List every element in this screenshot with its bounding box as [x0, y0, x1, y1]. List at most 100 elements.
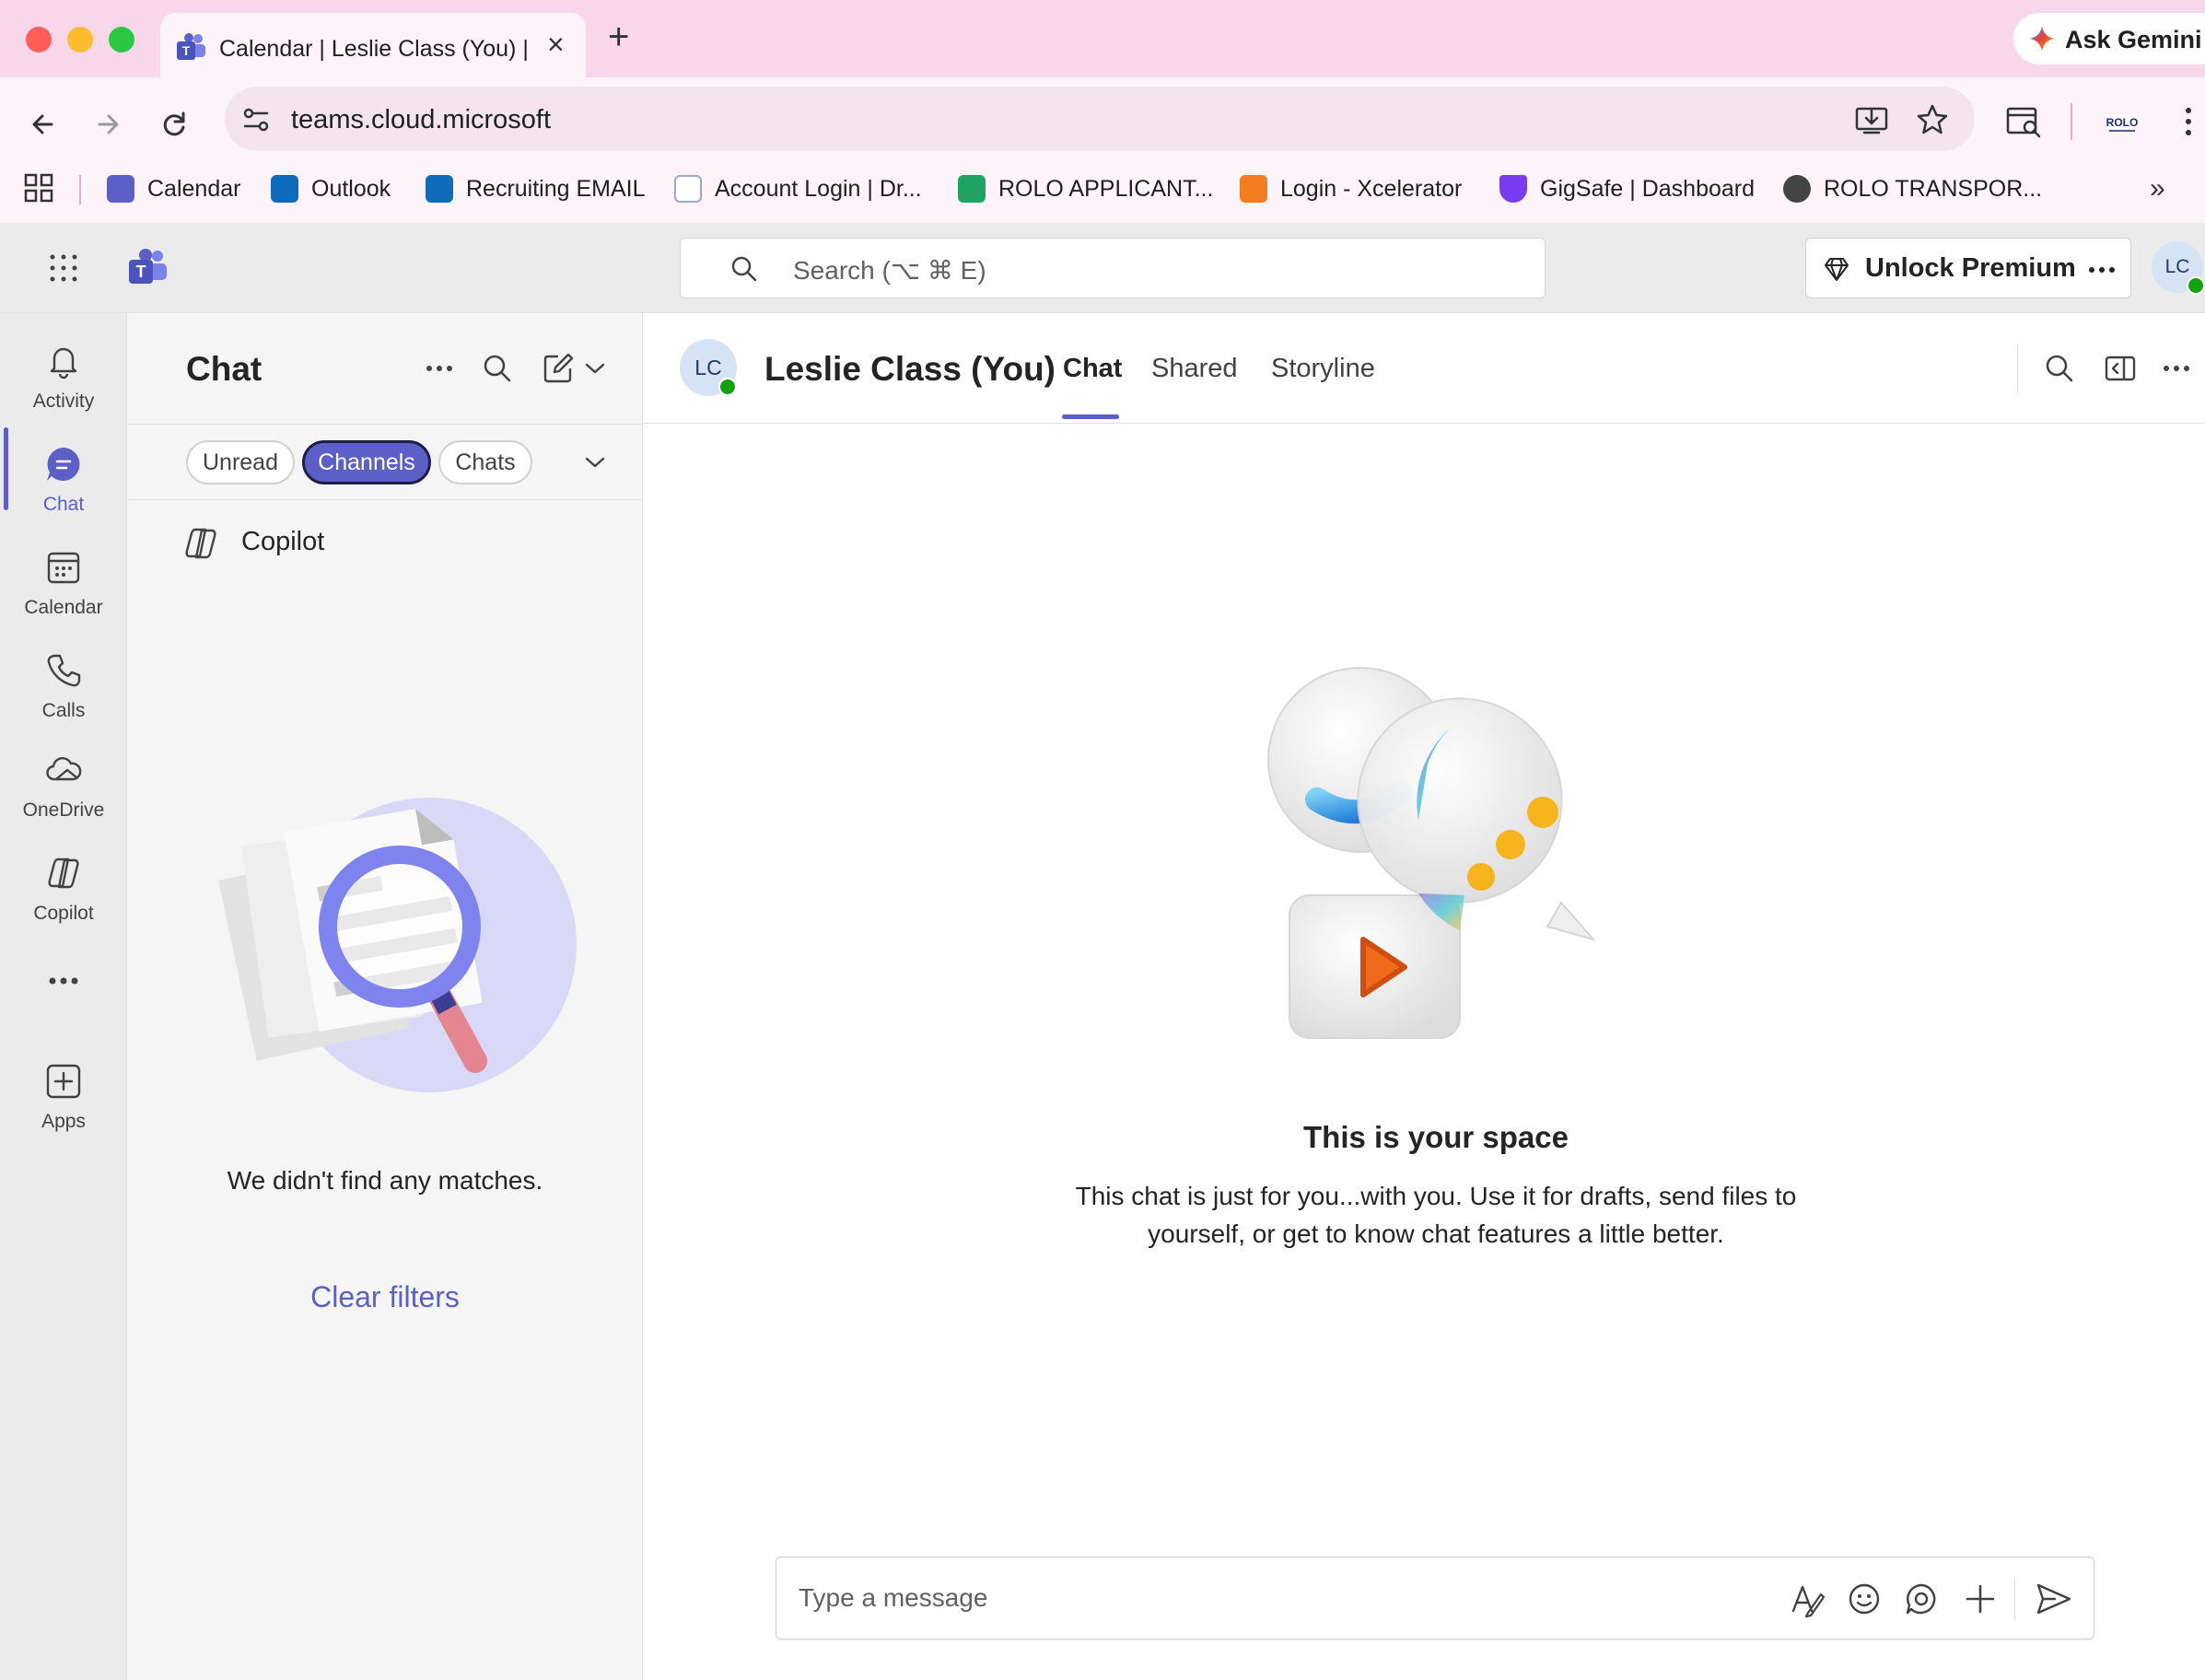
copilot-label: Copilot: [241, 527, 325, 556]
teams-header: T Search (⌥ ⌘ E) Unlock Premium LC: [0, 223, 2205, 313]
message-input[interactable]: [799, 1578, 1756, 1618]
ask-gemini-button[interactable]: Ask Gemini: [2013, 13, 2205, 64]
clear-filters-link[interactable]: Clear filters: [127, 1280, 643, 1314]
active-tab-indicator: [1062, 414, 1119, 419]
bookmark-gigsafe[interactable]: GigSafe | Dashboard: [1499, 169, 1755, 209]
list-item-copilot[interactable]: Copilot: [182, 516, 588, 571]
site-settings-icon[interactable]: [239, 103, 273, 136]
more-options-icon[interactable]: [426, 365, 453, 372]
close-tab-icon[interactable]: ×: [547, 29, 565, 59]
bookmark-rolo-applicant[interactable]: ROLO APPLICANT...: [958, 169, 1213, 209]
tab-chat[interactable]: Chat: [1063, 354, 1122, 384]
message-composer: [776, 1557, 2094, 1639]
bookmark-label: Account Login | Dr...: [715, 175, 922, 202]
copilot-icon: [182, 525, 219, 562]
minimize-window-button[interactable]: [67, 27, 93, 52]
calendar-icon: [45, 549, 82, 586]
more-options-icon[interactable]: [2163, 365, 2190, 372]
divider: [127, 499, 643, 500]
rail-item-apps[interactable]: Apps: [0, 1046, 127, 1138]
rolo-extension-icon[interactable]: ROLO: [2106, 107, 2139, 138]
bookmark-star-icon[interactable]: [1914, 101, 1951, 138]
more-bookmarks-icon[interactable]: »: [2150, 175, 2165, 203]
browser-toolbar: teams.cloud.microsoft ROLO Calendar Outl…: [0, 77, 2205, 223]
chevron-down-icon[interactable]: [584, 455, 606, 470]
tab-storyline[interactable]: Storyline: [1271, 354, 1375, 384]
bookmark-label: Recruiting EMAIL: [466, 175, 646, 202]
chat-header: LC Leslie Class (You) Chat Shared Storyl…: [643, 313, 2205, 424]
rail-item-chat[interactable]: Chat: [0, 429, 127, 521]
zoom-window-button[interactable]: [109, 27, 134, 52]
space-description: This chat is just for you...with you. Us…: [1075, 1182, 1797, 1248]
search-icon: [730, 255, 758, 283]
search-icon[interactable]: [2045, 354, 2074, 383]
user-avatar[interactable]: LC: [2152, 241, 2205, 295]
bookmark-label: Login - Xcelerator: [1280, 175, 1463, 202]
bookmark-xcelerator[interactable]: Login - Xcelerator: [1240, 169, 1462, 209]
code-icon: [1240, 175, 1267, 203]
outlook-icon: [426, 175, 453, 203]
chat-bubbles-illustration: [1253, 663, 1621, 1050]
url-text[interactable]: teams.cloud.microsoft: [291, 105, 551, 135]
app-launcher-icon[interactable]: [48, 252, 79, 284]
search-icon[interactable]: [483, 354, 512, 383]
search-placeholder: Search (⌥ ⌘ E): [793, 256, 986, 285]
more-apps-icon[interactable]: [48, 976, 79, 986]
contact-name: Leslie Class (You): [764, 350, 1056, 388]
address-bar[interactable]: teams.cloud.microsoft: [225, 87, 1975, 151]
bookmark-label: ROLO APPLICANT...: [998, 175, 1214, 202]
filter-chats[interactable]: Chats: [438, 440, 532, 484]
bookmark-calendar[interactable]: Calendar: [107, 169, 240, 209]
bookmark-outlook[interactable]: Outlook: [271, 169, 391, 209]
rail-label: Calendar: [24, 597, 103, 618]
app-rail: Activity Chat Calendar Calls OneDrive Co…: [0, 313, 127, 1680]
side-panel-icon[interactable]: [2104, 352, 2137, 385]
more-options-icon[interactable]: [2088, 266, 2116, 274]
bookmark-rolo-transport[interactable]: ROLO TRANSPOR...: [1783, 169, 2042, 209]
rail-item-copilot[interactable]: Copilot: [0, 838, 127, 930]
new-chat-icon[interactable]: [542, 352, 575, 385]
filter-channels[interactable]: Channels: [302, 440, 431, 484]
svg-text:T: T: [136, 262, 146, 281]
unlock-premium-button[interactable]: Unlock Premium: [1805, 238, 2131, 298]
add-app-icon: [45, 1063, 82, 1100]
contact-avatar[interactable]: LC: [680, 339, 737, 396]
bookmark-label: ROLO TRANSPOR...: [1824, 175, 2043, 202]
rail-label: OneDrive: [22, 799, 105, 821]
document-icon: [674, 175, 702, 203]
send-icon[interactable]: [2033, 1578, 2075, 1620]
tab-search-icon[interactable]: [2004, 101, 2045, 142]
ask-gemini-label: Ask Gemini: [2065, 26, 2202, 53]
reload-icon[interactable]: [151, 101, 197, 147]
rail-item-calls[interactable]: Calls: [0, 636, 127, 728]
emoji-icon[interactable]: [1843, 1578, 1885, 1620]
apps-grid-icon[interactable]: [24, 173, 53, 203]
close-window-button[interactable]: [26, 27, 52, 52]
format-text-icon[interactable]: [1786, 1578, 1828, 1620]
tab-shared[interactable]: Shared: [1151, 354, 1238, 384]
svg-text:ROLO: ROLO: [2106, 116, 2139, 129]
bell-icon: [45, 343, 82, 379]
plus-icon[interactable]: [1959, 1578, 2001, 1620]
teams-icon: T: [175, 33, 206, 61]
bookmark-account-login[interactable]: Account Login | Dr...: [674, 169, 922, 209]
chat-icon: [45, 446, 82, 483]
rail-item-calendar[interactable]: Calendar: [0, 532, 127, 624]
filter-unread[interactable]: Unread: [186, 440, 295, 484]
bookmark-recruiting-email[interactable]: Recruiting EMAIL: [426, 169, 646, 209]
browser-tab-active[interactable]: T Calendar | Leslie Class (You) | Micros…: [160, 13, 586, 77]
divider: [127, 424, 643, 425]
forward-icon[interactable]: [85, 101, 131, 147]
rail-item-activity[interactable]: Activity: [0, 326, 127, 418]
teams-search-box[interactable]: Search (⌥ ⌘ E): [680, 238, 1546, 298]
rail-item-onedrive[interactable]: OneDrive: [0, 735, 127, 827]
loop-component-icon[interactable]: [1900, 1578, 1942, 1620]
bookmark-label: GigSafe | Dashboard: [1540, 175, 1756, 202]
bookmark-label: Outlook: [311, 175, 391, 202]
bookmark-label: Calendar: [147, 175, 241, 202]
install-app-icon[interactable]: [1853, 101, 1890, 138]
back-icon[interactable]: [20, 101, 66, 147]
chevron-down-icon[interactable]: [584, 361, 606, 376]
browser-menu-icon[interactable]: [2179, 101, 2198, 142]
new-tab-button[interactable]: +: [608, 18, 629, 55]
